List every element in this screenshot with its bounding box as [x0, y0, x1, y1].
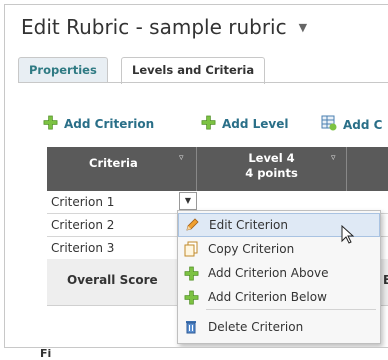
tab-properties[interactable]: Properties	[18, 57, 108, 83]
plus-icon	[201, 115, 216, 133]
title-row: Edit Rubric - sample rubric ▼	[21, 15, 307, 39]
trash-icon	[183, 319, 199, 335]
criterion-name: Criterion 1	[51, 195, 115, 209]
tab-bar: Properties Levels and Criteria	[18, 53, 388, 84]
menu-item-add-criterion-below[interactable]: Add Criterion Below	[178, 285, 380, 309]
criterion-dropdown-button[interactable]: ▼	[179, 192, 197, 210]
add-level-label: Add Level	[222, 117, 289, 131]
menu-item-add-criterion-above[interactable]: Add Criterion Above	[178, 261, 380, 285]
add-criterion-label: Add Criterion	[64, 117, 155, 131]
figure-caption: Fi	[40, 347, 52, 360]
tab-divider	[18, 82, 388, 83]
mouse-pointer-icon	[341, 224, 355, 249]
criteria-column-header: Criteria ▿	[47, 147, 197, 191]
level-points: 4 points	[245, 166, 298, 180]
plus-icon	[43, 115, 58, 133]
criteria-menu-icon[interactable]: ▿	[179, 153, 184, 163]
table-add-icon	[321, 115, 337, 134]
level-column-header: Level 4 4 points ▿	[197, 147, 347, 191]
plus-icon	[183, 289, 199, 305]
overall-score-cut-text: B	[383, 273, 388, 287]
overall-score-label: Overall Score	[67, 273, 158, 287]
tab-levels-and-criteria[interactable]: Levels and Criteria	[121, 57, 266, 84]
menu-item-label: Add Criterion Below	[208, 290, 327, 304]
chevron-down-icon[interactable]: ▼	[299, 21, 307, 34]
next-column-header	[347, 147, 388, 191]
level-menu-icon[interactable]: ▿	[331, 153, 336, 163]
menu-item-label: Edit Criterion	[209, 218, 289, 232]
criteria-header-label: Criteria	[89, 156, 138, 170]
edit-rubric-dialog: Edit Rubric - sample rubric ▼ Properties…	[4, 4, 388, 348]
pencil-icon	[184, 217, 200, 233]
menu-item-label: Add Criterion Above	[208, 266, 329, 280]
menu-item-label: Delete Criterion	[208, 320, 304, 334]
level-name: Level 4	[248, 151, 295, 165]
add-level-button[interactable]: Add Level	[201, 115, 289, 133]
criterion-name: Criterion 2	[51, 218, 115, 232]
page-title: Edit Rubric - sample rubric	[21, 15, 287, 39]
plus-icon	[183, 265, 199, 281]
add-criterion-button[interactable]: Add Criterion	[43, 115, 154, 133]
criterion-name: Criterion 3	[51, 241, 115, 255]
menu-item-label: Copy Criterion	[208, 242, 295, 256]
add-c-button[interactable]: Add C	[321, 115, 382, 134]
menu-item-delete-criterion[interactable]: Delete Criterion	[178, 315, 380, 339]
copy-icon	[183, 241, 199, 257]
add-c-label: Add C	[343, 117, 383, 132]
menu-separator	[206, 309, 376, 310]
